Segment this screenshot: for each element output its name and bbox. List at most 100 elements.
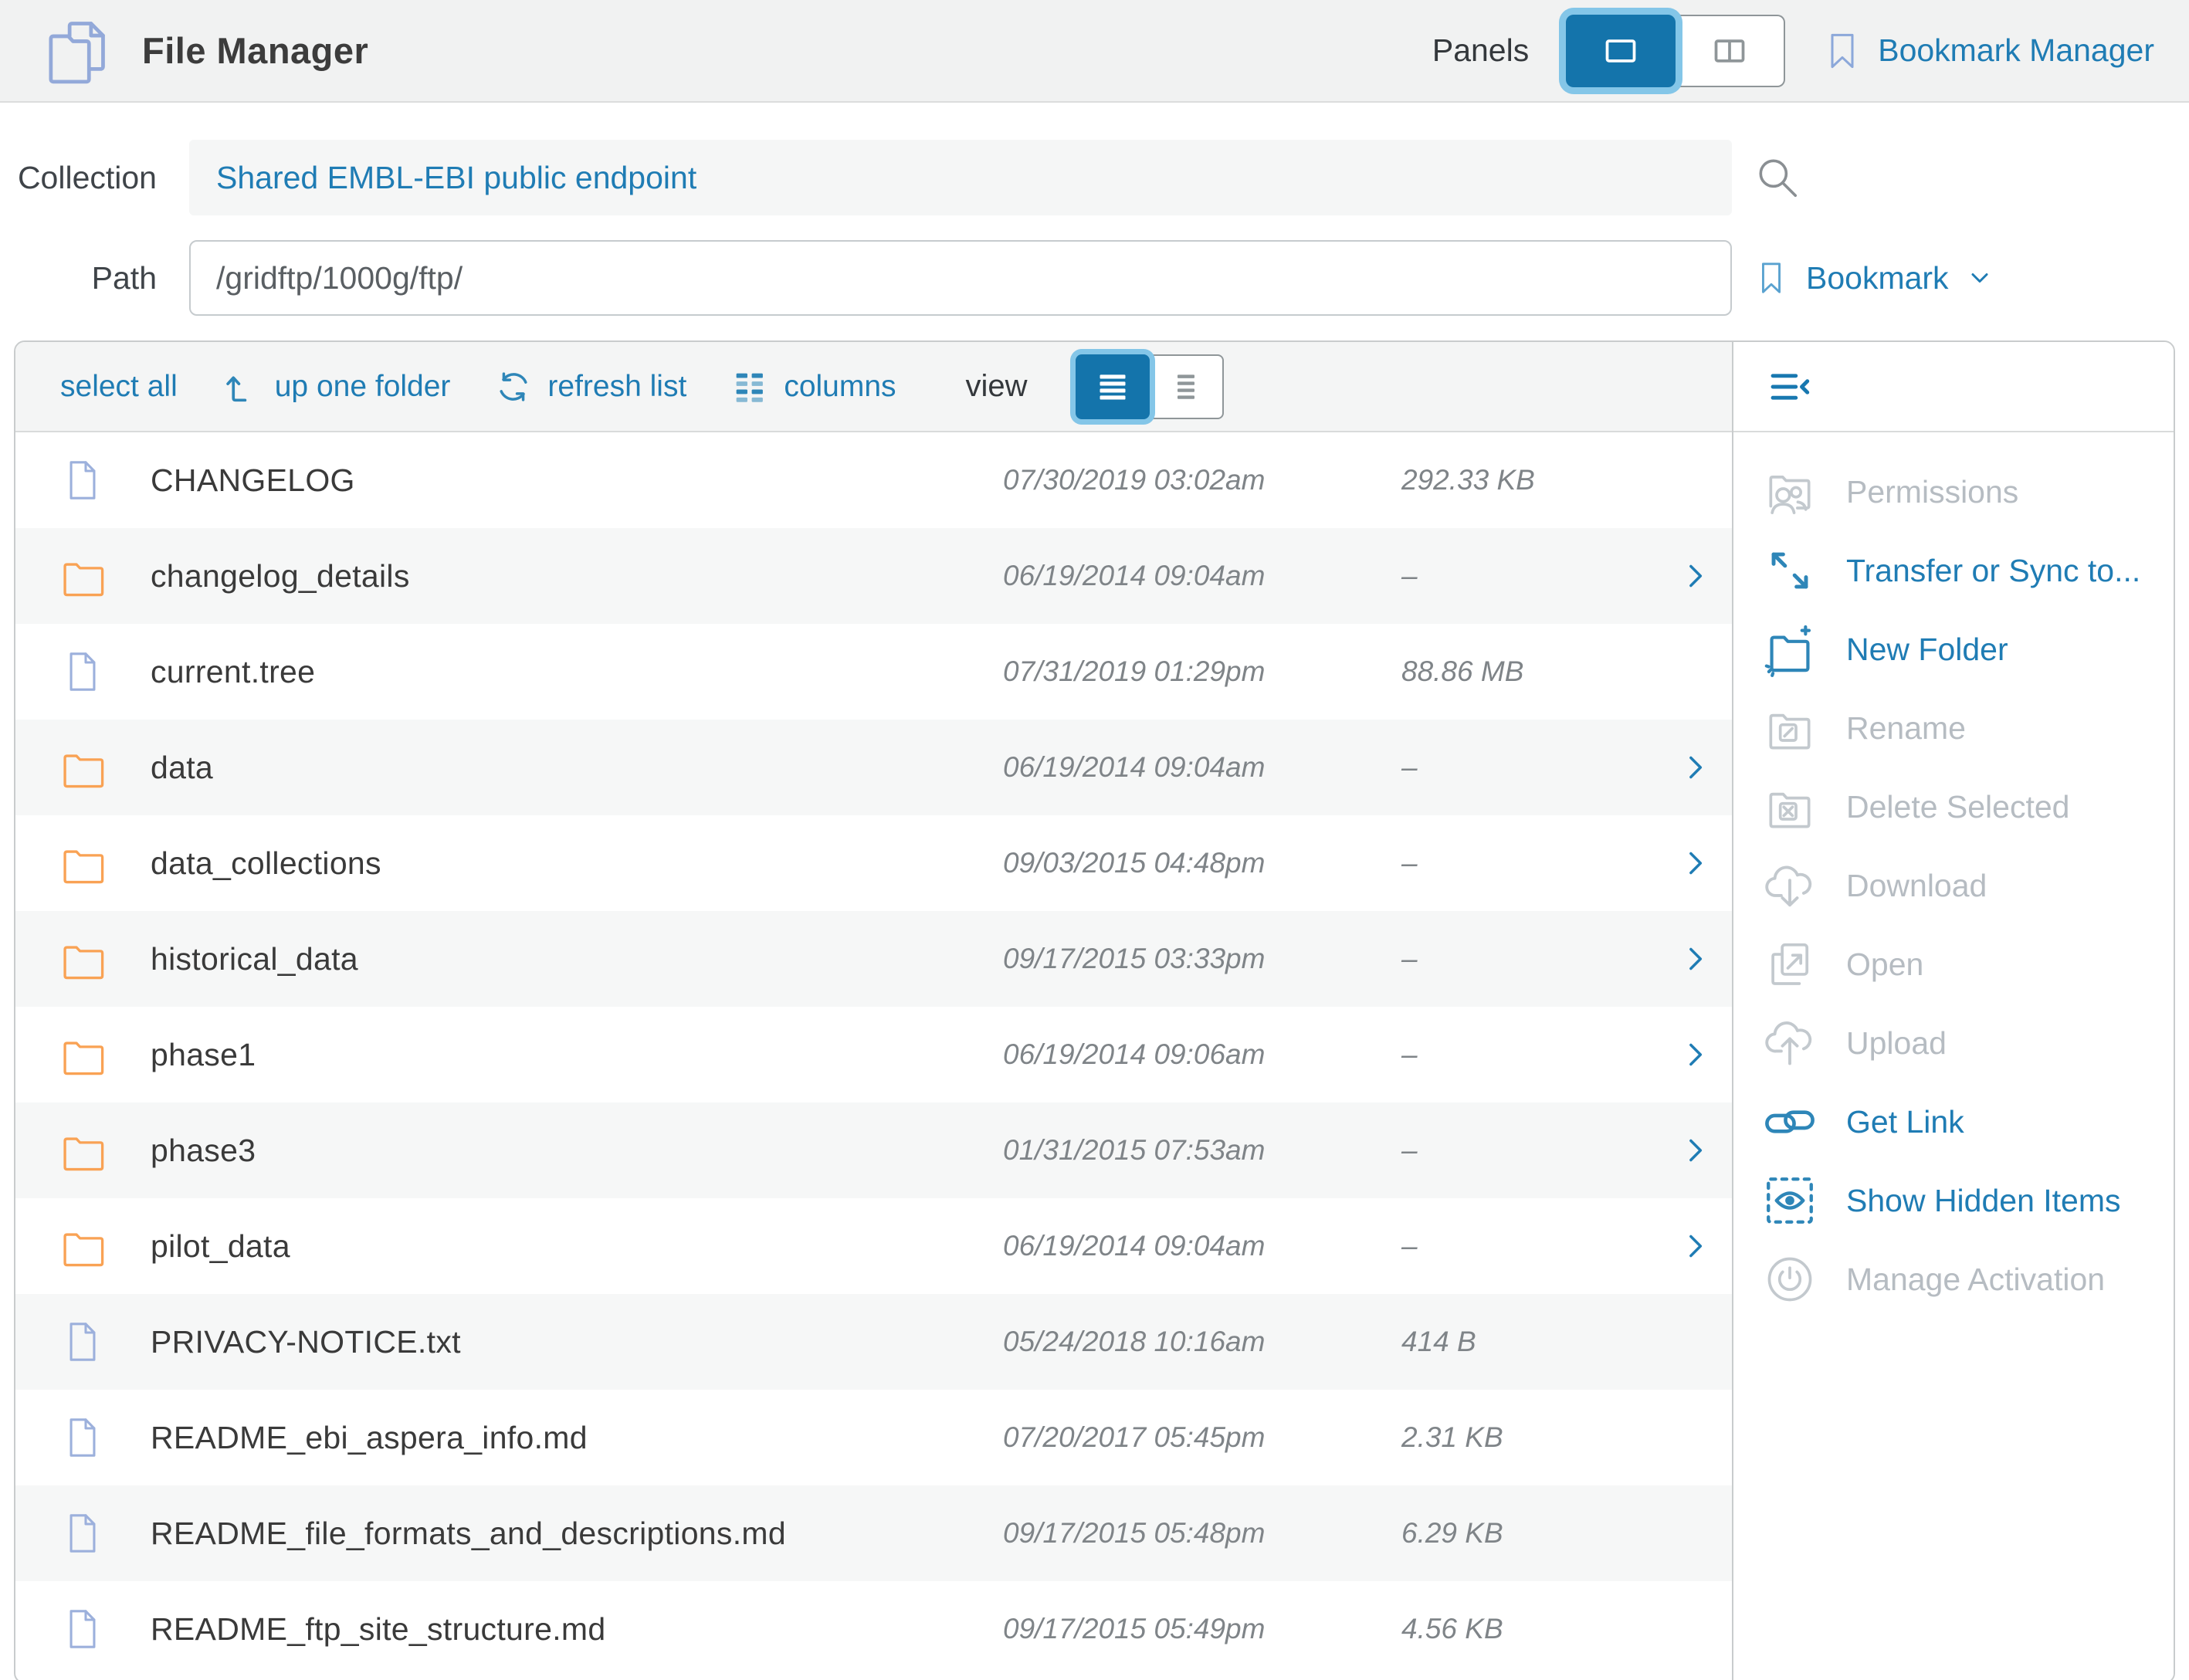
folder-icon (58, 833, 107, 893)
table-row[interactable]: README_ebi_aspera_info.md 07/20/2017 05:… (15, 1390, 1732, 1485)
action-transfer-or-sync-to[interactable]: Transfer or Sync to... (1733, 531, 2174, 610)
file-size: – (1401, 847, 1658, 879)
file-size: – (1401, 1038, 1658, 1071)
path-row: Path Bookmark (0, 240, 2189, 316)
file-icon (58, 450, 107, 510)
file-name: README_file_formats_and_descriptions.md (151, 1516, 1003, 1552)
actions-sidebar: Permissions Transfer or Sync to... New F… (1732, 342, 2174, 1680)
up-one-folder-button[interactable]: up one folder (221, 367, 451, 407)
file-date: 06/19/2014 09:04am (1003, 560, 1401, 592)
action-list: Permissions Transfer or Sync to... New F… (1733, 432, 2174, 1319)
file-size: 2.31 KB (1401, 1421, 1658, 1454)
folder-icon (58, 929, 107, 989)
action-label: New Folder (1846, 632, 2008, 668)
table-row[interactable]: phase3 01/31/2015 07:53am – (15, 1102, 1732, 1198)
action-label: Delete Selected (1846, 789, 2069, 825)
collection-label: Collection (0, 160, 189, 196)
file-date: 07/31/2019 01:29pm (1003, 655, 1401, 688)
table-row[interactable]: README_ftp_site_structure.md 09/17/2015 … (15, 1581, 1732, 1677)
refresh-list-button[interactable]: refresh list (493, 367, 686, 407)
bookmark-manager-label: Bookmark Manager (1878, 32, 2154, 69)
rename-icon (1761, 699, 1818, 757)
file-size: 6.29 KB (1401, 1517, 1658, 1550)
table-row[interactable]: CHANGELOG 07/30/2019 03:02am 292.33 KB (15, 432, 1732, 528)
chevron-right-icon[interactable] (1658, 1038, 1732, 1072)
delete-icon (1761, 778, 1818, 835)
file-size: 4.56 KB (1401, 1613, 1658, 1645)
path-input[interactable] (189, 240, 1732, 316)
collapse-sidebar-icon[interactable] (1766, 363, 1814, 411)
folder-icon (58, 1120, 107, 1180)
folder-icon (58, 546, 107, 606)
file-name: data_collections (151, 845, 1003, 882)
collection-value: Shared EMBL-EBI public endpoint (216, 160, 696, 196)
table-row[interactable]: data_collections 09/03/2015 04:48pm – (15, 815, 1732, 911)
chevron-right-icon[interactable] (1658, 750, 1732, 784)
action-permissions: Permissions (1733, 452, 2174, 531)
columns-button[interactable]: columns (730, 367, 896, 407)
folder-icon (58, 1025, 107, 1085)
file-name: historical_data (151, 941, 1003, 977)
table-row[interactable]: current.tree 07/31/2019 01:29pm 88.86 MB (15, 624, 1732, 720)
action-label: Manage Activation (1846, 1262, 2105, 1298)
file-date: 09/17/2015 05:49pm (1003, 1613, 1401, 1645)
table-row[interactable]: pilot_data 06/19/2014 09:04am – (15, 1198, 1732, 1294)
action-rename: Rename (1733, 689, 2174, 767)
file-size: – (1401, 1134, 1658, 1167)
show-hidden-icon (1761, 1172, 1818, 1229)
chevron-right-icon[interactable] (1658, 559, 1732, 593)
action-label: Permissions (1846, 474, 2018, 510)
folder-icon (58, 1216, 107, 1276)
up-arrow-icon (221, 367, 261, 407)
action-get-link[interactable]: Get Link (1733, 1082, 2174, 1161)
table-row[interactable]: phase1 06/19/2014 09:06am – (15, 1007, 1732, 1102)
file-date: 09/17/2015 05:48pm (1003, 1517, 1401, 1550)
table-row[interactable]: changelog_details 06/19/2014 09:04am – (15, 528, 1732, 624)
select-all-label: select all (60, 370, 178, 404)
select-all-button[interactable]: select all (60, 370, 178, 404)
search-icon[interactable] (1754, 154, 1801, 202)
action-label: Show Hidden Items (1846, 1183, 2121, 1219)
collection-field[interactable]: Shared EMBL-EBI public endpoint (189, 140, 1732, 215)
file-date: 07/30/2019 03:02am (1003, 464, 1401, 496)
action-delete-selected: Delete Selected (1733, 767, 2174, 846)
app-header: File Manager Panels (0, 0, 2189, 103)
header-controls: Panels (1432, 15, 2154, 87)
table-row[interactable]: README_file_formats_and_descriptions.md … (15, 1485, 1732, 1581)
list-toolbar: select all up one folder refresh list (15, 342, 1732, 432)
file-size: 414 B (1401, 1326, 1658, 1358)
file-date: 06/19/2014 09:06am (1003, 1038, 1401, 1071)
action-manage-activation: Manage Activation (1733, 1240, 2174, 1319)
compact-view-toggle[interactable] (1150, 354, 1224, 419)
chevron-right-icon[interactable] (1658, 942, 1732, 976)
bookmark-ribbon-icon (1822, 27, 1862, 75)
file-list: CHANGELOG 07/30/2019 03:02am 292.33 KB c… (15, 432, 1732, 1680)
dual-panel-toggle[interactable] (1676, 15, 1785, 87)
chevron-right-icon[interactable] (1658, 1229, 1732, 1263)
page-title: File Manager (142, 29, 368, 72)
file-date: 05/24/2018 10:16am (1003, 1326, 1401, 1358)
table-row[interactable]: data 06/19/2014 09:04am – (15, 720, 1732, 815)
action-label: Download (1846, 868, 1987, 904)
file-name: changelog_details (151, 558, 1003, 594)
list-view-icon (1096, 370, 1130, 404)
table-row[interactable]: historical_data 09/17/2015 03:33pm – (15, 911, 1732, 1007)
open-icon (1761, 936, 1818, 993)
bookmark-dropdown[interactable]: Bookmark (1754, 256, 1994, 300)
file-name: PRIVACY-NOTICE.txt (151, 1324, 1003, 1360)
get-link-icon (1761, 1093, 1818, 1150)
file-icon (58, 642, 107, 702)
list-view-toggle[interactable] (1076, 354, 1150, 419)
chevron-right-icon[interactable] (1658, 846, 1732, 880)
chevron-right-icon[interactable] (1658, 1133, 1732, 1167)
panels-label: Panels (1432, 32, 1529, 69)
action-show-hidden-items[interactable]: Show Hidden Items (1733, 1161, 2174, 1240)
path-label: Path (0, 260, 189, 296)
file-icon (58, 1312, 107, 1372)
panels-toggle (1566, 15, 1785, 87)
file-icon (58, 1599, 107, 1659)
table-row[interactable]: PRIVACY-NOTICE.txt 05/24/2018 10:16am 41… (15, 1294, 1732, 1390)
single-panel-toggle[interactable] (1566, 15, 1676, 87)
action-new-folder[interactable]: New Folder (1733, 610, 2174, 689)
bookmark-manager-link[interactable]: Bookmark Manager (1822, 27, 2154, 75)
